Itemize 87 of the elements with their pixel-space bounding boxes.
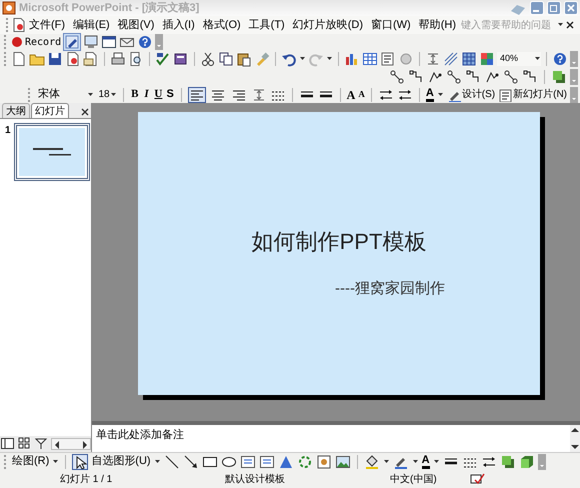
3d-icon[interactable] xyxy=(518,454,535,470)
normal-view-icon[interactable] xyxy=(0,436,16,452)
autoshapes-menu-button[interactable]: 自选图形(U) xyxy=(91,453,151,470)
grid-icon[interactable] xyxy=(461,50,477,66)
help-icon[interactable] xyxy=(137,34,154,50)
text-style-button[interactable]: B xyxy=(130,86,140,103)
arrow-icon[interactable] xyxy=(182,454,199,470)
close-icon[interactable] xyxy=(79,106,91,118)
panel-tab[interactable]: 幻灯片 xyxy=(31,103,69,118)
grow-font-button[interactable]: A xyxy=(346,86,356,104)
slideshow-icon[interactable] xyxy=(34,436,50,452)
new-document-icon[interactable] xyxy=(11,50,27,66)
connector-icon[interactable] xyxy=(522,68,538,84)
window-icon[interactable] xyxy=(101,34,118,50)
vertical-text-box-icon[interactable] xyxy=(258,454,275,470)
slide[interactable]: 如何制作PPT模板 ----狸窝家园制作 xyxy=(138,112,540,395)
zoom-field[interactable]: 40% xyxy=(497,52,541,66)
copy-icon[interactable] xyxy=(218,50,234,66)
text-lines-icon xyxy=(32,148,71,156)
picture-icon[interactable] xyxy=(334,454,351,470)
slide-title[interactable]: 如何制作PPT模板 xyxy=(138,225,540,258)
clip-art-icon[interactable] xyxy=(316,454,332,470)
hatch-icon[interactable] xyxy=(443,50,459,66)
print-icon[interactable] xyxy=(110,50,126,66)
font-size-field[interactable]: 18 xyxy=(96,88,118,102)
text-style-button[interactable]: U xyxy=(154,86,163,103)
text-style-button[interactable]: I xyxy=(142,86,151,103)
menu-item[interactable]: 插入(I) xyxy=(158,16,199,34)
menu-item[interactable]: 工具(T) xyxy=(244,16,289,34)
monitor-icon[interactable] xyxy=(83,34,100,50)
line-icon[interactable] xyxy=(164,454,180,470)
menu-item[interactable]: 窗口(W) xyxy=(367,16,415,34)
menu-item[interactable]: 编辑(E) xyxy=(69,16,114,34)
draw-menu-button[interactable]: 绘图(R) xyxy=(12,453,50,470)
slide-number: 1 xyxy=(5,124,11,138)
scroll-down-icon[interactable] xyxy=(570,442,580,452)
align-icon xyxy=(210,88,226,102)
spelling-status-icon xyxy=(470,472,486,486)
spelling-icon[interactable] xyxy=(155,50,171,66)
panel-tab[interactable]: 大纲 xyxy=(2,103,30,118)
status-text: 幻灯片 1 / 1 xyxy=(59,472,114,486)
shadow-icon[interactable] xyxy=(500,454,516,470)
color-icon[interactable] xyxy=(479,50,495,66)
menu-item[interactable]: 幻灯片放映(D) xyxy=(288,16,367,34)
paste-icon[interactable] xyxy=(236,50,252,66)
text-box-icon[interactable] xyxy=(240,454,256,470)
book-icon[interactable] xyxy=(173,50,189,66)
permission-icon[interactable] xyxy=(65,50,81,66)
window-title: Microsoft PowerPoint - [演示文稿3] xyxy=(19,0,200,16)
fill-color-icon[interactable] xyxy=(364,454,380,470)
align-icon xyxy=(188,88,205,102)
new-slide-button[interactable]: 新幻灯片(N) xyxy=(498,87,567,102)
shape-icon[interactable] xyxy=(551,68,567,84)
text-document-icon[interactable] xyxy=(380,50,396,66)
connector-icon[interactable] xyxy=(408,68,424,84)
shrink-font-button[interactable]: A xyxy=(358,88,365,102)
align-left-button[interactable] xyxy=(188,86,206,102)
record-button[interactable]: Record xyxy=(11,34,62,50)
slide-subtitle[interactable]: ----狸窝家园制作 xyxy=(335,278,540,300)
table-icon[interactable] xyxy=(362,50,378,66)
diagram-icon[interactable] xyxy=(296,454,313,470)
menu-item[interactable]: 帮助(H) xyxy=(414,16,460,34)
horizontal-scrollbar[interactable] xyxy=(51,438,91,450)
align-icon xyxy=(230,88,247,102)
font-field[interactable]: 宋体 xyxy=(36,88,94,102)
minimize-icon[interactable] xyxy=(530,1,544,15)
help-icon[interactable] xyxy=(552,50,568,66)
scroll-right-icon[interactable] xyxy=(80,439,90,449)
menu-item[interactable]: 文件(F) xyxy=(25,16,70,34)
node-icon[interactable] xyxy=(446,68,462,84)
vertical-scrollbar[interactable] xyxy=(570,425,580,452)
expand-icon[interactable] xyxy=(425,50,441,66)
save-icon[interactable] xyxy=(47,50,63,66)
text-style-button[interactable]: S xyxy=(166,86,175,103)
status-text: 默认设计模板 xyxy=(225,472,286,486)
record-icon xyxy=(11,36,23,48)
menu-item[interactable]: 视图(V) xyxy=(114,16,158,34)
node-icon[interactable] xyxy=(503,68,519,84)
email-icon[interactable] xyxy=(83,50,99,66)
connector-icon[interactable] xyxy=(465,68,481,84)
cut-icon[interactable] xyxy=(200,50,216,66)
slide-thumbnail[interactable] xyxy=(14,123,90,181)
design-button[interactable]: 设计(S) xyxy=(446,87,496,102)
menu-item[interactable]: 格式(O) xyxy=(198,16,245,34)
node-icon[interactable] xyxy=(389,68,405,84)
pencil-icon[interactable] xyxy=(64,34,80,50)
status-text: 中文(中国) xyxy=(389,472,438,486)
